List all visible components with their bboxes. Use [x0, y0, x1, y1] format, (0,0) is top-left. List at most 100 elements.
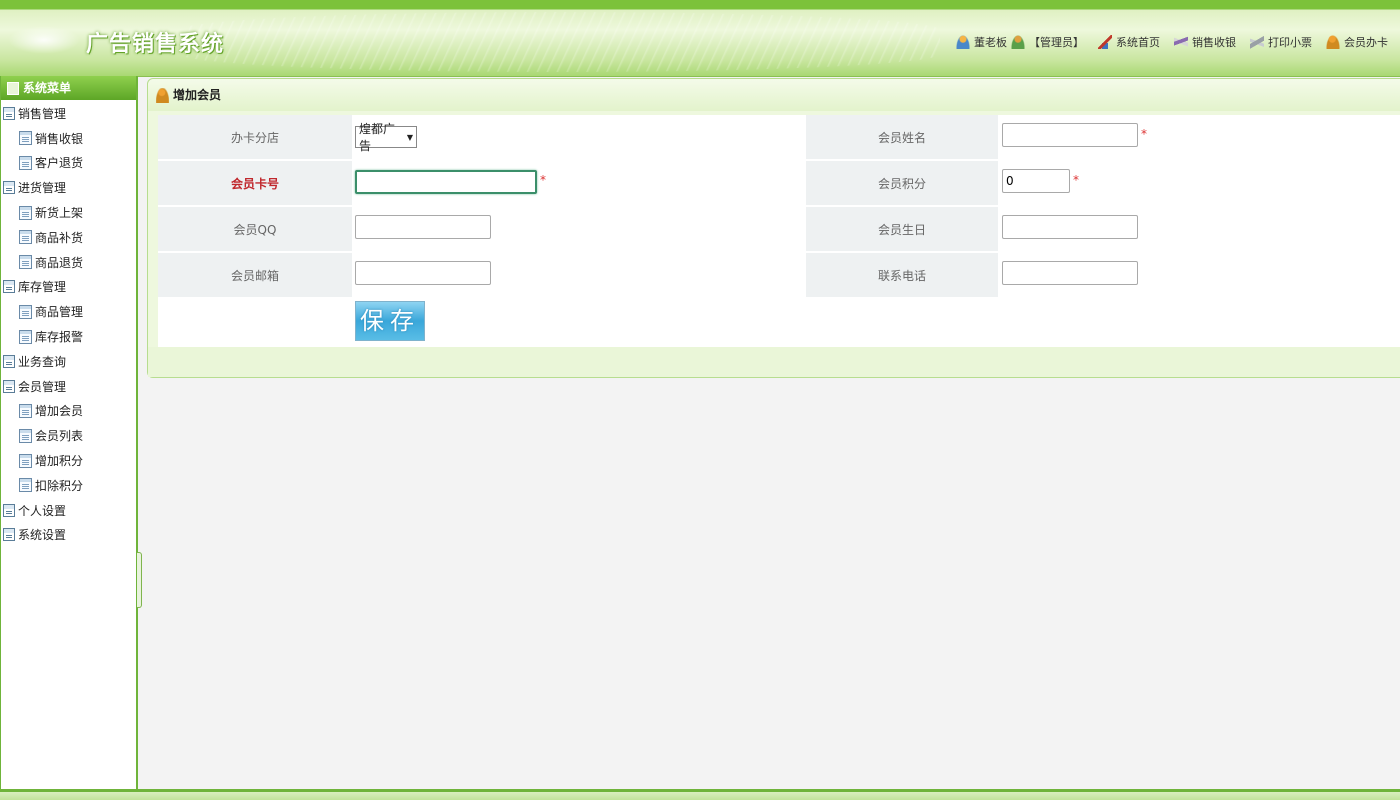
email-label: 会员邮箱 — [158, 253, 352, 297]
folder-icon — [3, 379, 15, 393]
home-icon — [1098, 35, 1112, 49]
menu-group-label: 个人设置 — [18, 503, 67, 518]
page-icon — [19, 205, 32, 220]
birthday-label: 会员生日 — [806, 207, 998, 251]
page-icon — [19, 131, 32, 146]
panel-footer — [148, 347, 1400, 377]
folder-icon — [3, 528, 15, 542]
branch-label: 办卡分店 — [158, 115, 352, 159]
nav-home-label: 系统首页 — [1116, 36, 1160, 49]
status-bar — [0, 789, 1400, 800]
required-mark: * — [1073, 173, 1079, 187]
dropdown-arrow-icon: ▼ — [406, 132, 413, 142]
page-icon — [19, 329, 32, 344]
current-role: 【管理员】 — [1011, 34, 1084, 50]
folder-icon — [3, 181, 15, 195]
menu-item-label: 新货上架 — [35, 206, 84, 221]
points-input[interactable] — [1002, 169, 1070, 193]
page-icon — [19, 155, 32, 170]
nav-home-link[interactable]: 系统首页 — [1098, 34, 1160, 50]
menu-item-label: 增加积分 — [35, 454, 84, 469]
menu-item-goods-management[interactable]: 商品管理 — [3, 299, 136, 324]
menu-item-label: 会员列表 — [35, 429, 84, 444]
phone-input[interactable] — [1002, 261, 1138, 285]
phone-label: 联系电话 — [806, 253, 998, 297]
brand-logo — [8, 26, 80, 54]
page-icon — [19, 230, 32, 245]
member-name-label: 会员姓名 — [806, 115, 998, 159]
menu-item-sales-cashier[interactable]: 销售收银 — [3, 126, 136, 151]
menu-icon — [7, 81, 19, 95]
save-button[interactable]: 保存 — [355, 301, 425, 341]
menu-group-label: 业务查询 — [18, 354, 67, 369]
menu-item-stock-alert[interactable]: 库存报警 — [3, 324, 136, 349]
menu-item-label: 库存报警 — [35, 330, 84, 345]
email-input[interactable] — [355, 261, 491, 285]
app-header: 广告销售系统 董老板 【管理员】 系统首页 销售收银 打印小票 会员办卡 — [0, 0, 1400, 77]
menu-group-system[interactable]: 系统设置 — [3, 523, 136, 548]
print-icon — [1250, 35, 1264, 49]
qq-input[interactable] — [355, 215, 491, 239]
user-name: 董老板 — [974, 36, 1007, 49]
required-mark: * — [540, 173, 546, 187]
menu-item-label: 客户退货 — [35, 156, 84, 171]
card-number-input[interactable] — [355, 170, 537, 194]
menu-item-member-list[interactable]: 会员列表 — [3, 423, 136, 448]
nav-cashier-label: 销售收银 — [1192, 36, 1236, 49]
header-decoration — [180, 12, 940, 72]
member-name-input[interactable] — [1002, 123, 1138, 147]
role-icon — [1011, 35, 1025, 49]
menu-item-goods-return[interactable]: 商品退货 — [3, 250, 136, 275]
menu-item-label: 销售收银 — [35, 131, 84, 146]
page-icon — [19, 453, 32, 468]
panel-header: 增加会员 — [148, 79, 1400, 111]
add-member-form: 办卡分店 煌都广告 ▼ 会员卡号 * 会员QQ 会员邮箱 会员姓名 * 会员积分… — [158, 115, 1400, 347]
user-icon — [956, 35, 970, 49]
menu-group-inventory[interactable]: 库存管理 — [3, 275, 136, 300]
menu-item-add-member[interactable]: 增加会员 — [3, 399, 136, 424]
menu-group-members[interactable]: 会员管理 — [3, 374, 136, 399]
app-title: 广告销售系统 — [86, 32, 225, 57]
nav-cashier-link[interactable]: 销售收银 — [1174, 34, 1236, 50]
menu-group-personal[interactable]: 个人设置 — [3, 498, 136, 523]
panel-title: 增加会员 — [173, 88, 222, 102]
birthday-input[interactable] — [1002, 215, 1138, 239]
nav-member-card-label: 会员办卡 — [1344, 36, 1388, 49]
member-icon — [156, 87, 169, 103]
cashier-icon — [1174, 35, 1188, 49]
required-mark: * — [1141, 127, 1147, 141]
page-icon — [19, 478, 32, 493]
menu-item-new-goods[interactable]: 新货上架 — [3, 200, 136, 225]
nav-print-label: 打印小票 — [1268, 36, 1312, 49]
add-member-panel: 增加会员 办卡分店 煌都广告 ▼ 会员卡号 * 会员QQ 会员邮箱 会员姓名 *… — [147, 78, 1400, 378]
nav-print-link[interactable]: 打印小票 — [1250, 34, 1312, 50]
menu-group-label: 进货管理 — [18, 181, 67, 196]
menu-item-restock[interactable]: 商品补货 — [3, 225, 136, 250]
folder-icon — [3, 106, 15, 120]
menu-group-purchase[interactable]: 进货管理 — [3, 175, 136, 200]
branch-select[interactable]: 煌都广告 ▼ — [355, 122, 417, 153]
member-card-icon — [1326, 35, 1340, 49]
qq-label: 会员QQ — [158, 207, 352, 251]
menu-group-label: 库存管理 — [18, 280, 67, 295]
page-icon — [19, 428, 32, 443]
menu-group-query[interactable]: 业务查询 — [3, 349, 136, 374]
page-icon — [19, 255, 32, 270]
nav-member-card-link[interactable]: 会员办卡 — [1326, 34, 1388, 50]
menu-item-customer-return[interactable]: 客户退货 — [3, 151, 136, 176]
folder-icon — [3, 280, 15, 294]
menu-item-deduct-points[interactable]: 扣除积分 — [3, 473, 136, 498]
sidebar-collapse-handle[interactable] — [137, 552, 142, 608]
menu-group-sales[interactable]: 销售管理 — [3, 101, 136, 126]
menu-item-label: 商品补货 — [35, 230, 84, 245]
menu-group-label: 销售管理 — [18, 106, 67, 121]
sidebar: 系统菜单 销售管理 销售收银 客户退货 进货管理 新货上架 商品补货 商品退货 … — [0, 76, 138, 789]
points-label: 会员积分 — [806, 161, 998, 205]
menu-item-add-points[interactable]: 增加积分 — [3, 448, 136, 473]
menu-tree: 销售管理 销售收银 客户退货 进货管理 新货上架 商品补货 商品退货 库存管理 … — [1, 100, 136, 547]
page-icon — [19, 304, 32, 319]
user-role: 【管理员】 — [1029, 36, 1084, 49]
folder-icon — [3, 503, 15, 517]
menu-group-label: 系统设置 — [18, 528, 67, 543]
folder-icon — [3, 354, 15, 368]
